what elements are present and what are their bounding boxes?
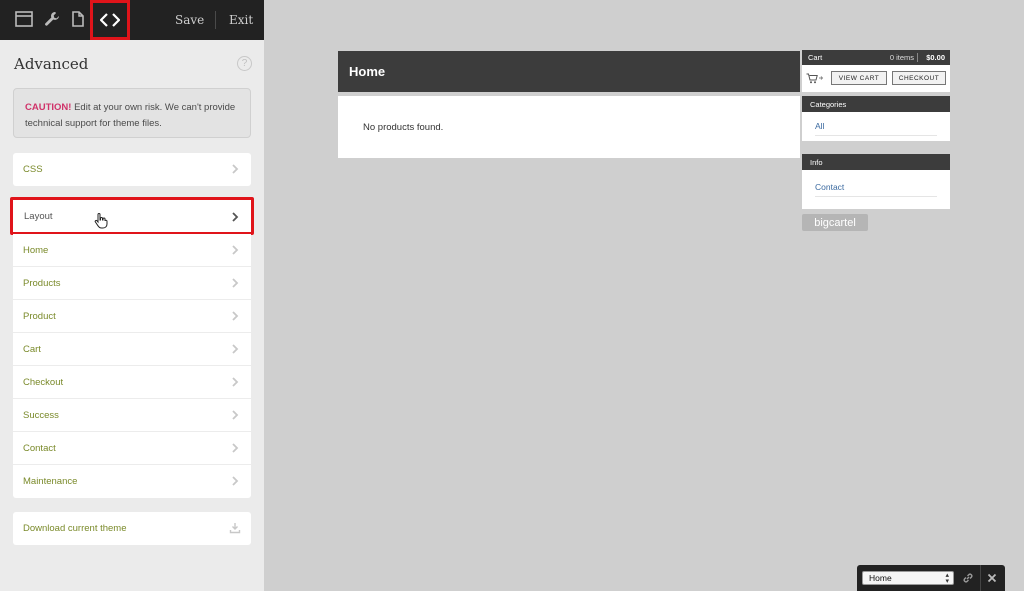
chevron-right-icon [232, 476, 239, 486]
editor-toolbar: Save Exit [0, 0, 264, 40]
sidebar-item-label: Cart [23, 343, 41, 355]
cart-header: Cart 0 items $0.00 [802, 50, 950, 65]
download-theme-button[interactable]: Download current theme [13, 512, 251, 545]
download-card: Download current theme [13, 512, 251, 545]
bigcartel-badge[interactable]: bigcartel [802, 214, 868, 231]
chevron-right-icon [232, 164, 239, 174]
products-area: No products found. [338, 96, 800, 158]
sidebar-item-label: Contact [23, 442, 56, 454]
chevron-right-icon [232, 278, 239, 288]
link-icon[interactable] [961, 571, 975, 585]
info-widget: Info Contact [802, 154, 950, 209]
cart-actions: VIEW CART CHECKOUT [802, 65, 950, 92]
template-list: Home Products Product Cart Checkout Succ… [13, 234, 251, 498]
chevron-right-icon [232, 212, 239, 222]
sidebar-item-label: Maintenance [23, 476, 78, 487]
css-card: CSS [13, 153, 251, 186]
chevron-right-icon [232, 443, 239, 453]
page-title: Home [338, 51, 800, 92]
sidebar-item-maintenance[interactable]: Maintenance [13, 465, 251, 498]
chevron-right-icon [232, 344, 239, 354]
cart-separator [917, 53, 918, 62]
page-select[interactable]: Home ▴ ▾ [862, 571, 954, 585]
code-icon[interactable] [90, 0, 130, 40]
cart-total: $0.00 [926, 53, 945, 62]
sidebar-item-contact[interactable]: Contact [13, 432, 251, 465]
empty-message: No products found. [363, 122, 444, 133]
download-label: Download current theme [23, 523, 127, 534]
sidebar-item-checkout[interactable]: Checkout [13, 366, 251, 399]
caution-notice: CAUTION! Edit at your own risk. We can't… [13, 88, 251, 138]
sidebar-item-label: Checkout [23, 376, 64, 388]
sidebar-item-label: Success [23, 409, 59, 421]
download-icon [229, 523, 241, 534]
sidebar-item-layout[interactable]: Layout [10, 197, 254, 235]
layout-card: Layout [10, 197, 254, 235]
sidebar-item-cart[interactable]: Cart [13, 333, 251, 366]
wrench-icon[interactable] [41, 8, 63, 30]
page-picker: Home ▴ ▾ [857, 565, 1005, 591]
info-body: Contact [802, 170, 950, 209]
chevron-right-icon [232, 377, 239, 387]
sidebar-item-home[interactable]: Home [13, 234, 251, 267]
sidebar-item-success[interactable]: Success [13, 399, 251, 432]
cart-widget: Cart 0 items $0.00 VIEW CART CHECKOUT [802, 50, 950, 92]
close-icon[interactable] [985, 571, 999, 585]
cart-title: Cart [808, 53, 823, 62]
chevron-right-icon [232, 245, 239, 255]
file-icon[interactable] [67, 8, 89, 30]
sidebar-item-label: CSS [23, 164, 43, 175]
categories-widget: Categories All [802, 96, 950, 141]
store-preview: Home No products found. Cart 0 items $0.… [264, 0, 1024, 591]
sidebar-item-products[interactable]: Products [13, 267, 251, 300]
exit-button[interactable]: Exit [229, 13, 253, 27]
sidebar-item-label: Layout [24, 210, 53, 222]
select-arrows-icon: ▴ ▾ [945, 572, 949, 585]
shopping-cart-icon [806, 73, 824, 84]
hand-cursor-icon [94, 213, 108, 229]
help-icon[interactable]: ? [237, 56, 252, 71]
chevron-right-icon [232, 410, 239, 420]
window-icon[interactable] [13, 8, 35, 30]
sidebar-item-label: Product [23, 310, 56, 322]
categories-title: Categories [802, 96, 950, 112]
editor-sidebar: Save Exit Advanced ? CAUTION! Edit at yo… [0, 0, 264, 591]
category-link-all[interactable]: All [815, 121, 937, 136]
info-link-contact[interactable]: Contact [815, 182, 937, 197]
panel-title: Advanced [14, 55, 89, 73]
picker-divider [980, 565, 981, 591]
chevron-right-icon [232, 311, 239, 321]
info-title: Info [802, 154, 950, 170]
categories-body: All [802, 112, 950, 141]
checkout-button[interactable]: CHECKOUT [892, 71, 946, 85]
toolbar-divider [215, 11, 216, 29]
page-select-value: Home [869, 573, 892, 583]
sidebar-item-label: Products [23, 277, 61, 289]
sidebar-item-css[interactable]: CSS [13, 153, 251, 186]
sidebar-item-product[interactable]: Product [13, 300, 251, 333]
caution-label: CAUTION! [25, 102, 72, 113]
view-cart-button[interactable]: VIEW CART [831, 71, 887, 85]
sidebar-item-label: Home [23, 244, 49, 256]
cart-count: 0 items [889, 53, 914, 62]
save-button[interactable]: Save [175, 13, 204, 27]
